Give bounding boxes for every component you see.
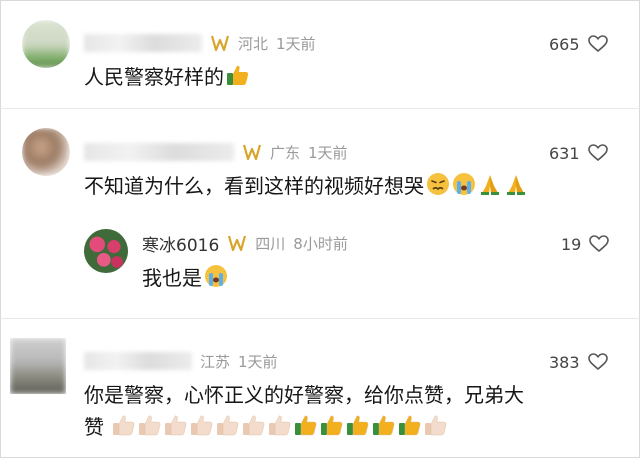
divider <box>0 318 640 319</box>
comment-text-line1: 你是警察，心怀正义的好警察，给你点赞，兄弟大 <box>84 383 524 407</box>
timestamp: 8小时前 <box>293 234 348 253</box>
like-button[interactable]: 19 <box>561 233 610 255</box>
folded-hands-icon <box>478 172 502 204</box>
comment-text-line2: 赞 <box>84 415 104 439</box>
comment-text: 人民警察好样的 <box>84 65 224 89</box>
thumbs-up-light-icon <box>138 413 162 445</box>
reply-avatar[interactable] <box>84 229 128 273</box>
heart-icon <box>587 353 608 371</box>
reply-text: 我也是 <box>142 266 202 290</box>
timestamp: 1天前 <box>238 352 278 371</box>
heart-icon <box>587 35 608 53</box>
timestamp: 1天前 <box>308 143 348 162</box>
thumbs-up-icon <box>226 63 250 95</box>
like-count: 631 <box>549 143 580 163</box>
thumbs-up-icon <box>346 413 370 445</box>
thumbs-up-light-icon <box>268 413 292 445</box>
crying-face-icon <box>204 264 228 296</box>
timestamp: 1天前 <box>276 34 316 53</box>
avatar[interactable] <box>22 128 70 176</box>
like-count: 383 <box>549 352 580 372</box>
username-blurred[interactable] <box>84 352 192 370</box>
thumbs-up-light-icon <box>242 413 266 445</box>
vip-badge-icon <box>227 234 247 252</box>
like-button[interactable]: 631 <box>549 142 608 164</box>
vip-badge-icon <box>242 143 262 161</box>
like-count: 19 <box>561 234 582 254</box>
thumbs-up-icon <box>294 413 318 445</box>
heart-icon <box>587 144 608 162</box>
persevering-face-icon <box>426 172 450 204</box>
region-label: 广东 <box>270 143 301 162</box>
like-button[interactable]: 665 <box>549 33 608 55</box>
comment-text: 不知道为什么，看到这样的视频好想哭 <box>84 174 424 198</box>
thumbs-up-light-icon <box>424 413 448 445</box>
region-label: 河北 <box>238 34 269 53</box>
region-label: 江苏 <box>200 352 231 371</box>
thumbs-up-light-icon <box>190 413 214 445</box>
like-count: 665 <box>549 34 580 54</box>
thumbs-up-icon <box>372 413 396 445</box>
like-button[interactable]: 383 <box>549 351 608 373</box>
avatar[interactable] <box>10 338 66 394</box>
divider <box>0 108 640 109</box>
vip-badge-icon <box>210 34 230 52</box>
reply-username[interactable]: 寒冰6016 <box>142 231 219 256</box>
folded-hands-icon <box>504 172 528 204</box>
thumbs-up-light-icon <box>216 413 240 445</box>
region-label: 四川 <box>255 234 286 253</box>
thumbs-up-light-icon <box>112 413 136 445</box>
avatar[interactable] <box>22 20 70 68</box>
thumbs-up-icon <box>320 413 344 445</box>
username-blurred[interactable] <box>84 143 234 161</box>
thumbs-up-light-icon <box>164 413 188 445</box>
thumbs-up-icon <box>398 413 422 445</box>
crying-face-icon <box>452 172 476 204</box>
username-blurred[interactable] <box>84 34 202 52</box>
heart-icon <box>589 235 610 253</box>
